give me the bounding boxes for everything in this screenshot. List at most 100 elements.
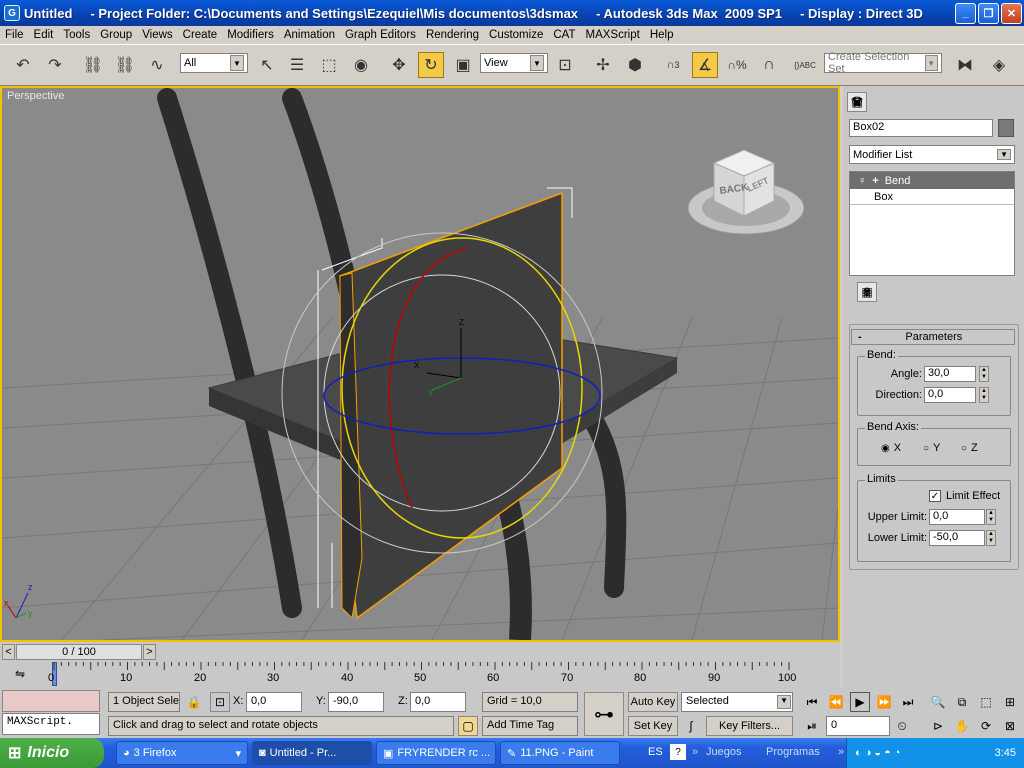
x-coordinate-field[interactable]: 0,0 — [246, 692, 302, 712]
absolute-mode-icon[interactable]: ⊡ — [210, 692, 230, 712]
select-rotate-icon[interactable]: ↻ — [418, 52, 444, 78]
mirror-icon[interactable]: ⧓ — [952, 52, 978, 78]
direction-spinner[interactable]: ▲ ▼ — [979, 387, 989, 403]
menu-animation[interactable]: Animation — [279, 29, 340, 41]
viewcube[interactable]: BACK LEFT — [687, 149, 805, 235]
time-slider-thumb[interactable]: 0 / 100 — [16, 644, 142, 660]
menu-file[interactable]: File — [0, 29, 29, 41]
zoom-extents-all-icon[interactable]: ⊞ — [1000, 692, 1020, 712]
lock-icon[interactable]: 🔒 — [184, 692, 204, 712]
axis-z-radio[interactable]: ○ Z — [961, 442, 978, 454]
select-scale-icon[interactable]: ▣ — [450, 52, 476, 78]
upper-limit-field[interactable]: 0,0 — [929, 509, 985, 525]
menu-modifiers[interactable]: Modifiers — [222, 29, 279, 41]
toolbar-programas[interactable]: Programas — [766, 746, 820, 758]
direction-field[interactable]: 0,0 — [924, 387, 976, 403]
stack-item-bend[interactable]: ♀ + Bend — [850, 172, 1014, 189]
next-frame-icon[interactable]: ⏩ — [874, 692, 894, 712]
lightbulb-icon[interactable]: ♀ — [858, 175, 866, 187]
maximize-button[interactable]: ❐ — [978, 2, 999, 24]
key-filters-button[interactable]: Key Filters... — [706, 716, 793, 736]
menu-tools[interactable]: Tools — [58, 29, 95, 41]
language-indicator[interactable]: ES — [648, 746, 663, 758]
pan-icon[interactable]: ✋ — [952, 716, 972, 736]
auto-key-button[interactable]: Auto Key — [628, 692, 678, 712]
toolbar-juegos[interactable]: Juegos — [706, 746, 741, 758]
task-paint[interactable]: ✎ 11.PNG - Paint — [500, 741, 620, 765]
zoom-extents-icon[interactable]: ⬚ — [976, 692, 996, 712]
axis-y-radio[interactable]: ○ Y — [923, 442, 940, 454]
window-crossing-icon[interactable]: ◉ — [348, 52, 374, 78]
maxscript-listener-pink[interactable] — [2, 690, 100, 712]
mini-curve-editor-icon[interactable]: ⇋ — [10, 664, 30, 684]
add-time-tag-icon[interactable]: ▢ — [458, 716, 478, 736]
named-selection-sets-input[interactable]: Create Selection Set ▼ — [824, 51, 942, 75]
track-bar[interactable]: ⇋ 0 10 20 30 40 50 60 70 80 90 100 — [0, 662, 840, 688]
y-coordinate-field[interactable]: -90,0 — [328, 692, 384, 712]
key-mode-toggle-icon[interactable]: ⏯ — [802, 716, 822, 736]
maximize-viewport-icon[interactable]: ⊠ — [1000, 716, 1020, 736]
task-fryrender[interactable]: ▣ FRYRENDER rc ... — [376, 741, 496, 765]
undo-icon[interactable]: ↶ — [10, 52, 36, 78]
minimize-button[interactable]: _ — [955, 2, 976, 24]
menu-graph-editors[interactable]: Graph Editors — [340, 29, 421, 41]
select-move-icon[interactable]: ✥ — [386, 52, 412, 78]
menu-cat[interactable]: CAT — [548, 29, 580, 41]
rectangular-selection-icon[interactable]: ⬚ — [316, 52, 342, 78]
pivot-center-icon[interactable]: ⊡ — [552, 52, 578, 78]
utilities-tab-icon[interactable]: ⚒ — [847, 92, 867, 112]
upper-limit-spinner[interactable]: ▲ ▼ — [986, 509, 996, 525]
menu-help[interactable]: Help — [645, 29, 679, 41]
time-slider-next-icon[interactable]: > — [143, 644, 156, 660]
orbit-icon[interactable]: ⟳ — [976, 716, 996, 736]
unlink-icon[interactable]: ⛓ — [112, 52, 138, 78]
viewport-label[interactable]: Perspective — [7, 90, 64, 102]
select-object-icon[interactable]: ↖ — [254, 52, 280, 78]
app-icon[interactable]: G — [4, 5, 20, 21]
lower-limit-spinner[interactable]: ▲ ▼ — [986, 530, 996, 546]
spinner-snap-icon[interactable]: ∩ — [756, 52, 782, 78]
modifier-list-dropdown[interactable]: Modifier List ▼ — [849, 145, 1015, 164]
select-by-name-icon[interactable]: ☰ — [284, 52, 310, 78]
previous-frame-icon[interactable]: ⏪ — [826, 692, 846, 712]
link-icon[interactable]: ⛓ — [80, 52, 106, 78]
time-configuration-icon[interactable]: ⏲ — [892, 716, 912, 736]
object-name-field[interactable]: Box02 — [849, 119, 993, 137]
add-time-tag-button[interactable]: Add Time Tag — [482, 716, 578, 736]
box02-backrest[interactable] — [339, 191, 563, 620]
close-button[interactable]: ✕ — [1001, 2, 1022, 24]
object-color-swatch[interactable] — [998, 119, 1014, 137]
edit-named-selection-icon[interactable]: {} ABC — [792, 52, 818, 78]
task-3dsmax[interactable]: ◙ Untitled - Pr... — [252, 741, 372, 765]
lower-limit-field[interactable]: -50,0 — [929, 530, 985, 546]
default-tangents-icon[interactable]: ∫ — [681, 716, 701, 736]
menu-maxscript[interactable]: MAXScript — [581, 29, 645, 41]
keyboard-shortcut-override-icon[interactable]: ⬢ — [622, 52, 648, 78]
expand-icon[interactable]: + — [872, 175, 878, 187]
time-slider-prev-icon[interactable]: < — [2, 644, 15, 660]
key-mode-dropdown[interactable]: Selected ▼ — [681, 692, 793, 712]
reference-coordinate-dropdown[interactable]: View ▼ — [480, 53, 548, 73]
menu-rendering[interactable]: Rendering — [421, 29, 484, 41]
menu-create[interactable]: Create — [178, 29, 223, 41]
clock[interactable]: 3:45 — [995, 747, 1016, 759]
percent-snap-icon[interactable]: ∩% — [724, 52, 750, 78]
stack-item-box[interactable]: Box — [850, 189, 1014, 205]
go-to-end-icon[interactable]: ⏭ — [898, 692, 918, 712]
set-key-button[interactable]: Set Key — [628, 716, 678, 736]
go-to-start-icon[interactable]: ⏮ — [802, 692, 822, 712]
play-icon[interactable]: ▶ — [850, 692, 870, 712]
angle-snap-icon[interactable]: ∡ — [692, 52, 718, 78]
zoom-all-icon[interactable]: ⧉ — [952, 692, 972, 712]
limit-effect-checkbox[interactable]: ✓ Limit Effect — [929, 490, 1000, 502]
snap-toggle-icon[interactable]: ∩ 3 — [660, 52, 686, 78]
start-button[interactable]: ⊞ Inicio — [0, 738, 104, 768]
quicklaunch-chevron-icon[interactable]: » — [692, 746, 698, 758]
manipulate-icon[interactable]: ✢ — [590, 52, 616, 78]
selection-filter-dropdown[interactable]: All ▼ — [180, 53, 248, 73]
bind-spacewarp-icon[interactable]: ∿ — [144, 52, 170, 78]
axis-x-radio[interactable]: ◉ X — [881, 442, 901, 454]
field-of-view-icon[interactable]: ⊳ — [928, 716, 948, 736]
help-icon[interactable]: ? — [670, 744, 686, 760]
menu-customize[interactable]: Customize — [484, 29, 548, 41]
